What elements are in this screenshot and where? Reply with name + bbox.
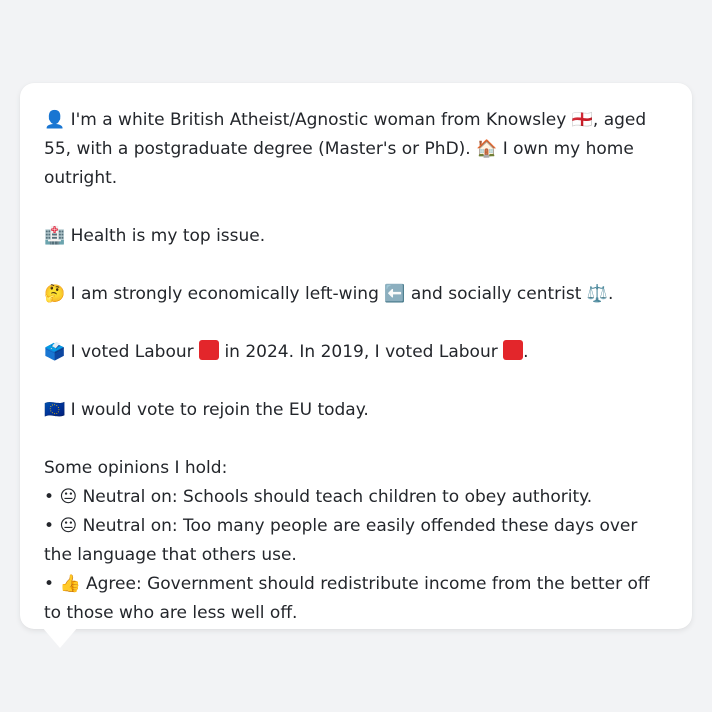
opinions-heading: Some opinions I hold: <box>44 458 228 478</box>
opinion-text: Neutral on: Too many people are easily o… <box>44 516 638 565</box>
voting-history: 🗳️ I voted Labour in 2024. In 2019, I vo… <box>44 338 668 367</box>
profile-chat-bubble: 👤 I'm a white British Atheist/Agnostic w… <box>20 83 692 629</box>
list-item: • 👍 Agree: Government should redistribut… <box>44 570 668 628</box>
opinion-text: Agree: Government should redistribute in… <box>44 574 650 623</box>
bullet: • <box>44 516 55 536</box>
england-flag-icon: 🏴󠁧󠁢󠁥󠁮󠁧󠁿 <box>571 110 593 130</box>
neutral-face-icon: 😐 <box>59 516 78 536</box>
chat-bubble-tail <box>42 627 78 648</box>
person-icon: 👤 <box>44 110 66 130</box>
eu-stance: 🇪🇺 I would vote to rejoin the EU today. <box>44 396 668 425</box>
top-issue-text: Health is my top issue. <box>70 226 266 246</box>
identity-text: I'm a white British Atheist/Agnostic wom… <box>70 110 567 130</box>
thinking-face-icon: 🤔 <box>44 284 66 304</box>
neutral-face-icon: 😐 <box>59 487 78 507</box>
thumbs-up-icon: 👍 <box>59 574 81 594</box>
social-leaning-text: and socially centrist <box>410 284 582 304</box>
eu-flag-icon: 🇪🇺 <box>44 400 66 420</box>
opinion-text: Neutral on: Schools should teach childre… <box>82 487 593 507</box>
bullet: • <box>44 487 55 507</box>
eu-stance-text: I would vote to rejoin the EU today. <box>70 400 369 420</box>
red-square-icon <box>503 340 524 360</box>
opinions-list: • 😐 Neutral on: Schools should teach chi… <box>44 483 668 628</box>
list-item: • 😐 Neutral on: Too many people are easi… <box>44 512 668 570</box>
vote-2024-text: I voted Labour <box>70 342 194 362</box>
bullet: • <box>44 574 55 594</box>
top-issue: 🏥 Health is my top issue. <box>44 222 668 251</box>
political-leaning: 🤔 I am strongly economically left-wing ⬅… <box>44 280 668 309</box>
profile-identity: 👤 I'm a white British Atheist/Agnostic w… <box>44 106 668 193</box>
scales-icon: ⚖️ <box>586 284 608 304</box>
ballot-box-icon: 🗳️ <box>44 342 66 362</box>
hospital-icon: 🏥 <box>44 226 66 246</box>
left-arrow-icon: ⬅️ <box>384 284 406 304</box>
list-item: • 😐 Neutral on: Schools should teach chi… <box>44 483 668 512</box>
vote-2019-text: in 2024. In 2019, I voted Labour <box>224 342 498 362</box>
economic-leaning-text: I am strongly economically left-wing <box>70 284 379 304</box>
house-icon: 🏠 <box>476 139 498 159</box>
red-square-icon <box>199 340 220 360</box>
